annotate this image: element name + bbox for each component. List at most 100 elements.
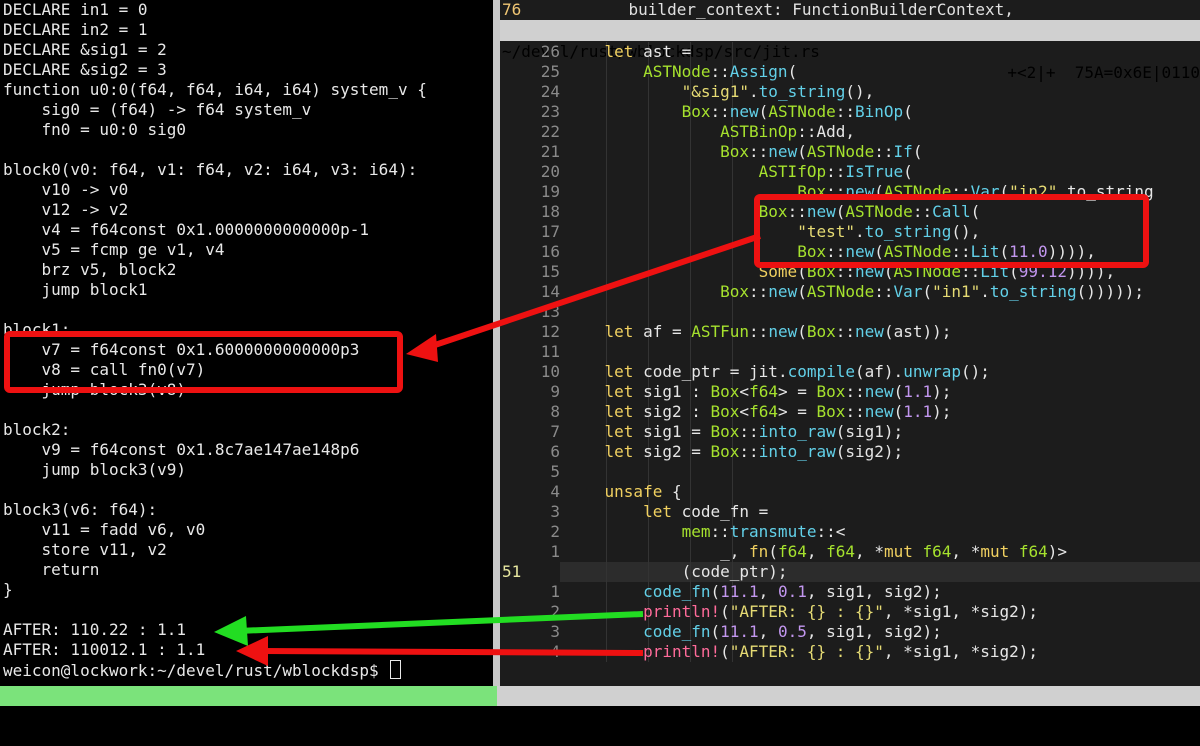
- terminal-line: block1:: [3, 320, 71, 339]
- terminal-line: DECLARE in1 = 0: [3, 0, 148, 19]
- code-line[interactable]: _, fn(f64, f64, *mut f64, *mut f64)>: [566, 542, 1067, 562]
- tmux-left-statusbar: <devel/rust/wblockdsp] +<101 < unix 0 >2…: [0, 686, 497, 745]
- terminal-line: AFTER: 110012.1 : 1.1: [3, 640, 206, 659]
- terminal-pane[interactable]: DECLARE in1 = 0 DECLARE in2 = 1 DECLARE &s…: [0, 0, 493, 686]
- code-line[interactable]: "&sig1".to_string(),: [566, 82, 875, 102]
- code-line[interactable]: let ast =: [566, 42, 692, 62]
- line-number: 8: [550, 402, 560, 421]
- line-number: 19: [540, 182, 560, 201]
- line-number: 3: [550, 622, 560, 641]
- line-number: 7: [550, 422, 560, 441]
- line-number: 2: [550, 602, 560, 621]
- terminal-line: v9 = f64const 0x1.8c7ae147ae148p6: [3, 440, 360, 459]
- shell-prompt: weicon@lockwork:~/devel/rust/wblockdsp$: [3, 661, 389, 680]
- editor-pane[interactable]: 76 builder_context: FunctionBuilderConte…: [500, 0, 1200, 686]
- line-number: 10: [540, 362, 560, 381]
- jit-rs-position: +<2|+ 75A=0x6E|0110: [1007, 63, 1200, 82]
- left-status-label: <devel/rust/wblockdsp]: [2, 706, 214, 725]
- terminal-line: brz v5, block2: [3, 260, 177, 279]
- line-number: 1: [550, 542, 560, 561]
- terminal-prompt-line[interactable]: weicon@lockwork:~/devel/rust/wblockdsp$: [3, 660, 402, 680]
- main-rs-position: +<4|+ 5D6=0x20|0032: [1005, 726, 1198, 745]
- code-line[interactable]: (code_ptr);: [566, 562, 788, 582]
- terminal-line: jump block3(v8): [3, 380, 187, 399]
- terminal-line: v8 = call fn0(v7): [3, 360, 206, 379]
- code-line[interactable]: let sig2 : Box<f64> = Box::new(1.1);: [566, 402, 952, 422]
- code-line[interactable]: Box::new(ASTNode::BinOp(: [566, 102, 913, 122]
- code-line[interactable]: mem::transmute::<: [566, 522, 846, 542]
- terminal-line: DECLARE &sig2 = 3: [3, 60, 167, 79]
- terminal-line: v11 = fadd v6, v0: [3, 520, 206, 539]
- code-line[interactable]: let sig1 = Box::into_raw(sig1);: [566, 422, 904, 442]
- line-number: 2: [550, 522, 560, 541]
- terminal-line: v5 = fcmp ge v1, v4: [3, 240, 225, 259]
- line-number: 20: [540, 162, 560, 181]
- code-line[interactable]: Box::new(ASTNode::Call(: [566, 202, 981, 222]
- terminal-line: block2:: [3, 420, 71, 439]
- pane-separator[interactable]: [493, 0, 500, 686]
- code-line[interactable]: code_fn(11.1, 0.5, sig1, sig2);: [566, 622, 942, 642]
- terminal-line: v4 = f64const 0x1.0000000000000p-1: [3, 220, 370, 239]
- code-line[interactable]: "test".to_string(),: [566, 222, 980, 242]
- terminal-line: DECLARE &sig1 = 2: [3, 40, 167, 59]
- code-line[interactable]: ASTNode::Assign(: [566, 62, 797, 82]
- terminal-line: return: [3, 560, 100, 579]
- top-line-number: 76: [502, 0, 522, 19]
- line-number: 22: [540, 122, 560, 141]
- line-number: 9: [550, 382, 560, 401]
- code-line[interactable]: let code_fn =: [566, 502, 768, 522]
- main-rs-top-line: 76 builder_context: FunctionBuilderConte…: [500, 0, 1200, 20]
- terminal-line: v10 -> v0: [3, 180, 129, 199]
- line-number: 6: [550, 442, 560, 461]
- code-line[interactable]: Box::new(ASTNode::If(: [566, 142, 922, 162]
- code-line[interactable]: let code_ptr = jit.compile(af).unwrap();: [566, 362, 990, 382]
- terminal-line: block0(v0: f64, v1: f64, v2: i64, v3: i6…: [3, 160, 418, 179]
- terminal-line: jump block1: [3, 280, 148, 299]
- line-number: 5: [550, 462, 560, 481]
- code-line[interactable]: Box::new(ASTNode::Lit(11.0)))),: [566, 242, 1096, 262]
- terminal-line: v7 = f64const 0x1.6000000000000p3: [3, 340, 360, 359]
- terminal-line: fn0 = u0:0 sig0: [3, 120, 187, 139]
- terminal-cursor: [390, 660, 402, 679]
- terminal-line: block3(v6: f64):: [3, 500, 158, 519]
- code-line[interactable]: code_fn(11.1, 0.1, sig1, sig2);: [566, 582, 942, 602]
- line-number: 11: [540, 342, 560, 361]
- line-number: 3: [550, 502, 560, 521]
- terminal-line: jump block3(v9): [3, 460, 187, 479]
- line-number: 15: [540, 262, 560, 281]
- line-number: 25: [540, 62, 560, 81]
- code-line[interactable]: Box::new(ASTNode::Var("in1".to_string())…: [566, 282, 1144, 302]
- terminal-line: store v11, v2: [3, 540, 167, 559]
- line-number: 13: [540, 302, 560, 321]
- line-number: 4: [550, 642, 560, 661]
- code-line[interactable]: ASTBinOp::Add,: [566, 122, 855, 142]
- line-number: 4: [550, 482, 560, 501]
- terminal-line: }: [3, 580, 13, 599]
- code-line[interactable]: let af = ASTFun::new(Box::new(ast));: [566, 322, 952, 342]
- code-line[interactable]: println!("AFTER: {} : {}", *sig1, *sig2)…: [566, 602, 1038, 622]
- line-number: 24: [540, 82, 560, 101]
- terminal-line: sig0 = (f64) -> f64 system_v: [3, 100, 312, 119]
- left-status-info: +<101 < unix 0 >20 79%: [273, 726, 495, 745]
- jit-rs-statusline: ~/devel/rust/wblockdsp/src/jit.rs +<2|+ …: [500, 20, 1200, 82]
- main-rs-filename: ~/devel/rust/wblockdsp/src/main.rs: [499, 706, 827, 725]
- code-line[interactable]: ASTIfOp::IsTrue(: [566, 162, 913, 182]
- code-line[interactable]: println!("AFTER: {} : {}", *sig1, *sig2)…: [566, 642, 1038, 662]
- terminal-line: v12 -> v2: [3, 200, 129, 219]
- code-line[interactable]: unsafe {: [566, 482, 682, 502]
- line-number: 18: [540, 202, 560, 221]
- terminal-line: AFTER: 110.22 : 1.1: [3, 620, 187, 639]
- code-line[interactable]: Box::new(ASTNode::Var("in2".to_string: [566, 182, 1153, 202]
- line-number: 51: [502, 562, 522, 581]
- line-number: 12: [540, 322, 560, 341]
- line-number: 1: [550, 582, 560, 601]
- line-number: 26: [540, 42, 560, 61]
- code-line[interactable]: let sig1 : Box<f64> = Box::new(1.1);: [566, 382, 952, 402]
- line-number: 21: [540, 142, 560, 161]
- line-number: 14: [540, 282, 560, 301]
- line-number: 23: [540, 102, 560, 121]
- code-line[interactable]: Some(Box::new(ASTNode::Lit(99.12)))),: [566, 262, 1115, 282]
- line-number: 16: [540, 242, 560, 261]
- main-rs-statusline: ~/devel/rust/wblockdsp/src/main.rs +<4|+…: [497, 686, 1200, 745]
- code-line[interactable]: let sig2 = Box::into_raw(sig2);: [566, 442, 904, 462]
